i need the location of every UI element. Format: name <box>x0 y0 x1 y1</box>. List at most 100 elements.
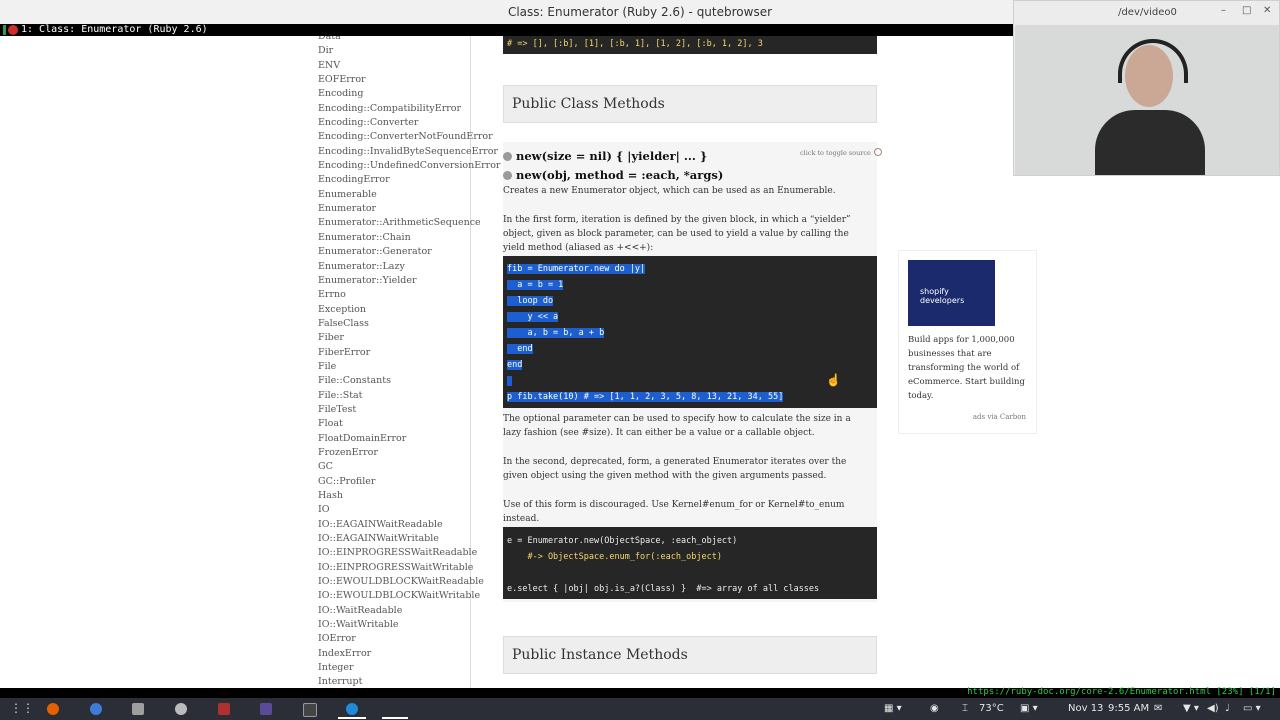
sidebar-link[interactable]: IO::EWOULDBLOCKWaitWritable <box>318 589 500 603</box>
sidebar-link[interactable]: Encoding::InvalidByteSequenceError <box>318 145 500 159</box>
sidebar-link[interactable]: Interrupt <box>318 675 500 688</box>
sidebar-link[interactable]: GC <box>318 460 500 474</box>
code-line: fib = Enumerator.new do |y| <box>507 264 646 274</box>
sidebar-link[interactable]: Encoding::CompatibilityError <box>318 102 500 116</box>
sidebar-link[interactable]: GC::Profiler <box>318 475 500 489</box>
tab-active[interactable]: 1: Class: Enumerator (Ruby 2.6) <box>0 24 540 36</box>
sidebar-link[interactable]: EncodingError <box>318 173 500 187</box>
volume-icon[interactable]: ◀) <box>1207 703 1219 714</box>
sidebar-link[interactable]: ENV <box>318 59 500 73</box>
sidebar-link[interactable]: Exception <box>318 303 500 317</box>
ad-brand: shopify developers <box>920 287 965 305</box>
sidebar-link[interactable]: Hash <box>318 489 500 503</box>
wifi-icon[interactable]: ▼ ▾ <box>1183 703 1199 714</box>
code-line: e = Enumerator.new(ObjectSpace, :each_ob… <box>507 536 738 546</box>
sidebar-link[interactable]: Encoding <box>318 87 500 101</box>
sidebar-link[interactable]: IO::WaitReadable <box>318 604 500 618</box>
method-signature[interactable]: new(size = nil) { |yielder| ... } <box>503 149 707 163</box>
sidebar-link[interactable]: Enumerator::Chain <box>318 231 500 245</box>
sidebar-link[interactable]: Enumerator::Yielder <box>318 274 500 288</box>
paragraph: The optional parameter can be used to sp… <box>503 414 851 438</box>
qutebrowser-icon[interactable] <box>346 703 358 715</box>
headset-icon <box>1118 39 1188 83</box>
sidebar-link[interactable]: FrozenError <box>318 446 500 460</box>
sidebar-link[interactable]: Integer <box>318 661 500 675</box>
sidebar-link[interactable]: FalseClass <box>318 317 500 331</box>
sidebar-link[interactable]: File::Constants <box>318 374 500 388</box>
sidebar-link[interactable]: IO <box>318 503 500 517</box>
person-body <box>1095 110 1205 175</box>
date: Nov 13 <box>1068 703 1104 714</box>
sidebar-link[interactable]: Enumerable <box>318 188 500 202</box>
mail-icon[interactable]: ✉ <box>1154 703 1162 714</box>
sidebar-link[interactable]: IO::EINPROGRESSWaitReadable <box>318 546 500 560</box>
sidebar-link[interactable]: Enumerator <box>318 202 500 216</box>
temperature-icon: ⌶ <box>962 703 968 714</box>
toggle-source-link[interactable]: click to toggle source <box>800 148 882 157</box>
recorder-icon[interactable] <box>218 703 230 715</box>
sidebar-link[interactable]: IO::EAGAINWaitReadable <box>318 518 500 532</box>
sidebar-link[interactable]: Enumerator::Lazy <box>318 260 500 274</box>
chrome-icon[interactable] <box>175 703 187 715</box>
sidebar-link[interactable]: Float <box>318 417 500 431</box>
code-line: a, b = b, a + b <box>507 328 605 338</box>
method-signature[interactable]: new(obj, method = :each, *args) <box>503 168 723 182</box>
webcam-video <box>1015 25 1279 175</box>
sidebar-link[interactable]: Enumerator::Generator <box>318 245 500 259</box>
hand-cursor-icon: ☝ <box>826 373 841 387</box>
sidebar-link[interactable]: Errno <box>318 288 500 302</box>
sidebar-link[interactable]: IO::EAGAINWaitWritable <box>318 532 500 546</box>
minimize-icon[interactable]: – <box>1221 5 1226 16</box>
sidebar-link[interactable]: File::Stat <box>318 389 500 403</box>
section-title: Public Class Methods <box>512 96 665 112</box>
sidebar-link[interactable]: IndexError <box>318 647 500 661</box>
close-icon[interactable]: ✕ <box>1263 5 1271 16</box>
firefox-icon[interactable] <box>47 703 59 715</box>
sidebar-link[interactable]: FloatDomainError <box>318 432 500 446</box>
sidebar-link[interactable]: Encoding::ConverterNotFoundError <box>318 130 500 144</box>
maximize-icon[interactable]: □ <box>1242 5 1251 16</box>
paragraph: Use of this form is discouraged. Use Ker… <box>503 500 845 524</box>
tray-icon[interactable]: ▦ ▾ <box>884 703 902 714</box>
sidebar-link[interactable]: FileTest <box>318 403 500 417</box>
messenger-icon[interactable] <box>90 703 102 715</box>
sidebar-link[interactable]: Dir <box>318 44 500 58</box>
sidebar-link[interactable]: Data <box>318 36 500 44</box>
sidebar-link[interactable]: EOFError <box>318 73 500 87</box>
code-block: e = Enumerator.new(ObjectSpace, :each_ob… <box>503 527 877 599</box>
sidebar-link[interactable]: Encoding::Converter <box>318 116 500 130</box>
sidebar-link[interactable]: IO::EWOULDBLOCKWaitReadable <box>318 575 500 589</box>
webcam-window[interactable]: /dev/video0 – □ ✕ <box>1013 0 1280 176</box>
code-line: # => [], [:b], [1], [:b, 1], [1, 2], [:b… <box>507 39 763 49</box>
ad-text[interactable]: Build apps for 1,000,000 businesses that… <box>908 333 1026 403</box>
ad-image[interactable]: shopify developers <box>908 260 995 326</box>
method-bullet-icon <box>503 152 512 161</box>
sidebar-link[interactable]: Enumerator::ArithmeticSequence <box>318 216 500 230</box>
section-title: Public Instance Methods <box>512 647 688 663</box>
clipboard-icon[interactable]: ▣ ▾ <box>1020 703 1038 714</box>
paragraph: In the second, deprecated, form, a gener… <box>503 457 847 481</box>
paragraph: In the first form, iteration is defined … <box>503 215 851 253</box>
sidebar-link[interactable]: IOError <box>318 632 500 646</box>
tab-label: 1: Class: Enumerator (Ruby 2.6) <box>21 24 208 35</box>
app-indicator <box>382 717 408 719</box>
toggle-source-label: click to toggle source <box>800 149 871 157</box>
sidebar-link[interactable]: IO::WaitWritable <box>318 618 500 632</box>
battery-icon[interactable]: ▭ ▾ <box>1243 703 1261 714</box>
tab-indicator <box>3 25 6 35</box>
files-icon[interactable] <box>132 703 144 715</box>
mic-icon[interactable]: ♩ <box>1225 703 1230 714</box>
app-icon[interactable] <box>260 703 272 715</box>
sidebar-link[interactable]: FiberError <box>318 346 500 360</box>
carbon-ad[interactable]: shopify developers Build apps for 1,000,… <box>898 250 1037 434</box>
tray-icon[interactable]: ◉ <box>930 703 939 714</box>
ad-via-link[interactable]: ads via Carbon <box>973 413 1026 421</box>
section-header: Public Class Methods <box>503 85 877 123</box>
temperature: 73°C <box>979 703 1004 714</box>
terminal-icon[interactable] <box>303 703 317 717</box>
sidebar-link[interactable]: Encoding::UndefinedConversionError <box>318 159 500 173</box>
sidebar-link[interactable]: File <box>318 360 500 374</box>
sidebar-link[interactable]: Fiber <box>318 331 500 345</box>
app-grid-icon[interactable]: ⋮⋮ <box>10 701 34 715</box>
sidebar-link[interactable]: IO::EINPROGRESSWaitWritable <box>318 561 500 575</box>
